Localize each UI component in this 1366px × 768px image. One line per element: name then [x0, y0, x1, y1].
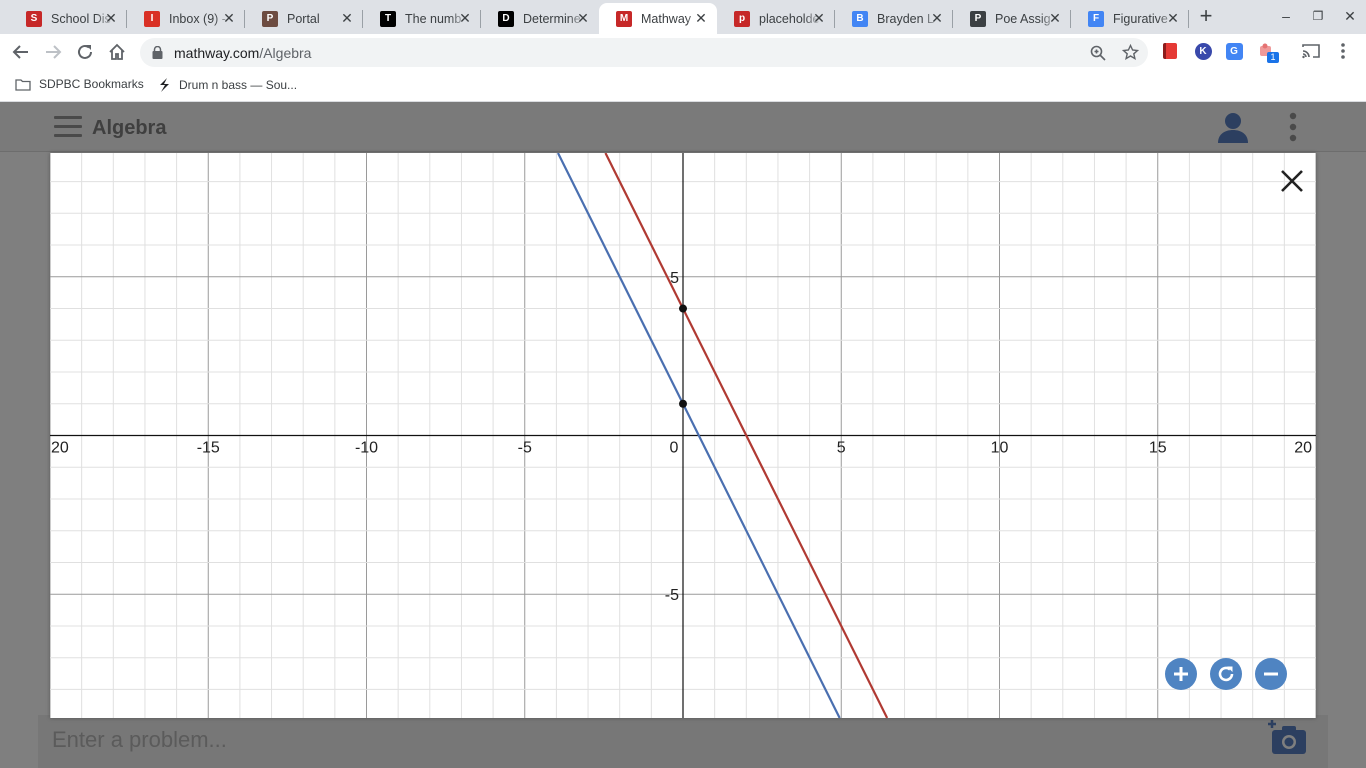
x-tick-label: 15: [1149, 440, 1167, 457]
bookmark-sdpbc[interactable]: SDPBC Bookmarks: [15, 77, 144, 91]
mathway-icon: p: [734, 10, 750, 27]
back-arrow-icon: [12, 45, 28, 59]
tab-2[interactable]: P Portal ✕: [245, 3, 363, 34]
tab-3[interactable]: T The numb ✕: [363, 3, 481, 34]
app-title: Algebra: [92, 117, 167, 139]
browser-toolbar: mathway.com/Algebra K G 1: [0, 34, 1366, 70]
forward-button[interactable]: [41, 40, 65, 64]
bookmarks-bar: SDPBC Bookmarks Drum n bass — Sou...: [0, 70, 1366, 102]
brainly-icon: T: [380, 10, 396, 27]
camera-icon[interactable]: [1268, 720, 1308, 756]
x-tick-label: 5: [837, 440, 846, 457]
minimize-button[interactable]: –: [1278, 8, 1294, 24]
tab-9[interactable]: F Figurative ✕: [1071, 3, 1189, 34]
new-tab-button[interactable]: +: [1196, 5, 1216, 27]
brainly-icon: D: [498, 10, 514, 27]
tab-close-icon[interactable]: ✕: [930, 11, 944, 25]
play-icon: F: [1088, 10, 1104, 27]
tab-0[interactable]: S School Dis ✕: [9, 3, 127, 34]
tab-strip: S School Dis ✕ I Inbox (9) - ✕ P Portal ✕ T The nu…: [0, 0, 1366, 34]
tab-8[interactable]: P Poe Assig ✕: [953, 3, 1071, 34]
vertical-dots-icon: [1341, 43, 1345, 59]
tab-close-icon[interactable]: ✕: [340, 11, 354, 25]
zoom-in-button[interactable]: [1165, 658, 1197, 690]
cast-icon: [1302, 44, 1320, 59]
tab-close-icon[interactable]: ✕: [458, 11, 472, 25]
restore-button[interactable]: ❐: [1310, 8, 1326, 24]
app-header: Algebra: [0, 102, 1366, 152]
y-tick-label: -5: [665, 587, 679, 604]
x-tick-label: 10: [991, 440, 1009, 457]
address-bar[interactable]: mathway.com/Algebra: [140, 38, 1148, 67]
reset-view-button[interactable]: [1210, 658, 1242, 690]
reload-button[interactable]: [73, 40, 97, 64]
minus-icon: [1264, 672, 1278, 676]
x-tick-label: -5: [518, 440, 532, 457]
close-graph-icon[interactable]: [1278, 167, 1306, 195]
bookmark-star-icon[interactable]: [1122, 44, 1139, 61]
tab-separator: [1188, 10, 1189, 28]
soundcloud-icon: [160, 78, 169, 92]
tab-close-icon[interactable]: ✕: [1048, 11, 1062, 25]
docs-icon: B: [852, 10, 868, 27]
browser-menu-button[interactable]: [1334, 42, 1352, 60]
lock-icon: [152, 46, 163, 59]
extension-book-icon[interactable]: [1161, 42, 1179, 60]
home-icon: [109, 43, 125, 60]
tab-close-icon[interactable]: ✕: [576, 11, 590, 25]
bookmark-label: SDPBC Bookmarks: [39, 77, 144, 91]
tab-close-icon[interactable]: ✕: [812, 11, 826, 25]
tab-6[interactable]: p placeholde ✕: [717, 3, 835, 34]
x-tick-label: -10: [355, 440, 378, 457]
hamburger-menu-icon[interactable]: [54, 116, 82, 138]
extension-k-icon[interactable]: K: [1194, 42, 1212, 60]
graph-panel[interactable]: 20 -15 -10 -5 0 5 10 15 20 5 -5: [50, 153, 1316, 718]
x-tick-label: 20: [51, 440, 69, 457]
zoom-icon[interactable]: [1090, 45, 1106, 61]
app-more-options-icon[interactable]: [1286, 112, 1300, 144]
problem-input-placeholder: Enter a problem...: [52, 727, 227, 752]
data-point-1: [679, 399, 687, 408]
tab-7[interactable]: B Brayden L ✕: [835, 3, 953, 34]
url-text: mathway.com/Algebra: [174, 45, 311, 61]
gmail-icon: I: [144, 10, 160, 27]
plus-icon: [1174, 667, 1188, 681]
data-point-0: [679, 304, 687, 313]
x-tick-label: -15: [197, 440, 220, 457]
tab-close-icon[interactable]: ✕: [104, 11, 118, 25]
extension-translate-icon[interactable]: G: [1225, 42, 1243, 60]
tab-close-icon[interactable]: ✕: [222, 11, 236, 25]
school-district-icon: S: [26, 10, 42, 27]
extension-badge-count: 1: [1267, 52, 1279, 63]
user-account-icon[interactable]: [1216, 112, 1250, 144]
refresh-icon: [1218, 666, 1234, 682]
portal-icon: P: [262, 10, 278, 27]
x-tick-label: 20: [1294, 440, 1312, 457]
url-host: mathway.com: [174, 45, 260, 61]
mathway-icon: M: [616, 10, 632, 27]
reload-icon: [78, 44, 92, 59]
graph-canvas[interactable]: 20 -15 -10 -5 0 5 10 15 205-5: [50, 153, 1316, 718]
classroom-icon: P: [970, 10, 986, 27]
tab-close-icon[interactable]: ✕: [1166, 11, 1180, 25]
folder-icon: [15, 78, 31, 91]
tab-4[interactable]: D Determine ✕: [481, 3, 599, 34]
home-button[interactable]: [105, 40, 129, 64]
close-window-button[interactable]: ✕: [1342, 8, 1358, 24]
tab-1[interactable]: I Inbox (9) - ✕: [127, 3, 245, 34]
forward-arrow-icon: [46, 45, 62, 59]
bookmark-label: Drum n bass — Sou...: [179, 78, 298, 92]
tab-close-icon[interactable]: ✕: [694, 11, 708, 25]
x-tick-label: 0: [670, 440, 679, 457]
problem-input[interactable]: Enter a problem...: [38, 715, 1328, 768]
back-button[interactable]: [9, 40, 33, 64]
url-path: /Algebra: [259, 45, 312, 61]
bookmark-drum-n-bass[interactable]: Drum n bass — Sou...: [157, 77, 297, 93]
cast-button[interactable]: [1302, 42, 1320, 60]
zoom-out-button[interactable]: [1255, 658, 1287, 690]
tab-5[interactable]: M Mathway ✕: [599, 3, 717, 34]
extension-badge-icon[interactable]: 1: [1258, 42, 1279, 63]
